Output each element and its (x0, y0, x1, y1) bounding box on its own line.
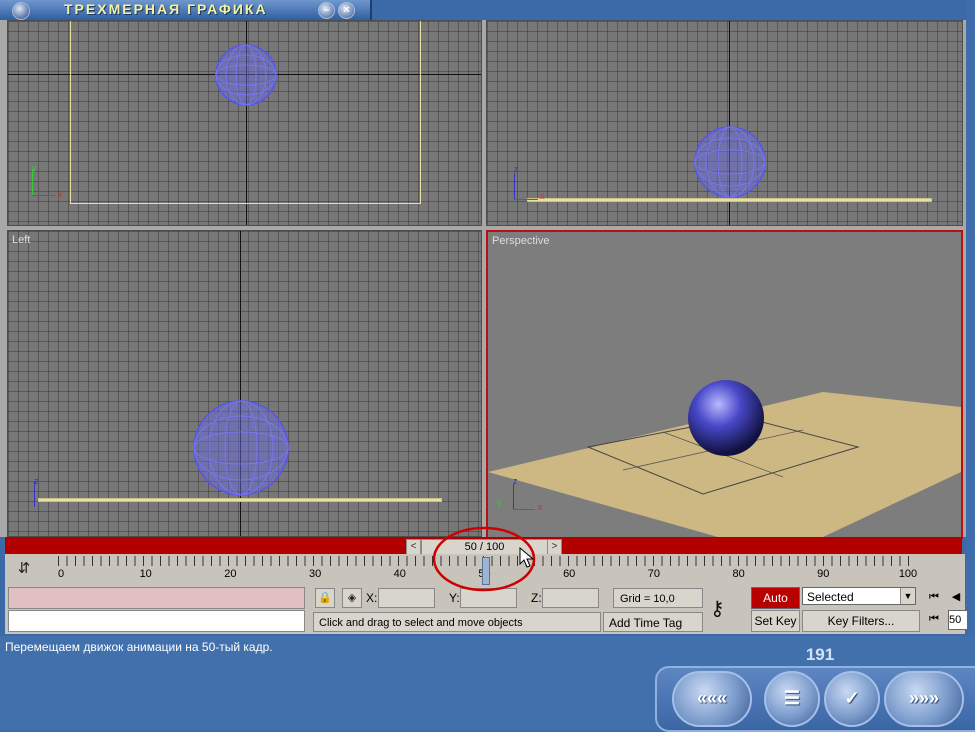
key-set-dropdown[interactable]: Selected (802, 587, 916, 605)
tick-label: 60 (563, 568, 576, 580)
go-to-start-icon[interactable]: ⏮ (925, 588, 943, 606)
axis-gizmo-z (513, 484, 514, 510)
axis-gizmo-x (32, 195, 56, 196)
forward-icon[interactable]: »»» (884, 671, 964, 727)
previous-frame-icon[interactable]: ◀ (947, 588, 965, 606)
tick-label: 20 (224, 568, 237, 580)
axis-gizmo-z (514, 173, 515, 199)
time-slider-prev-button[interactable]: < (406, 539, 421, 555)
absolute-mode-icon[interactable]: ◈ (342, 588, 362, 608)
z-coordinate-field[interactable] (542, 588, 599, 608)
tick-label: 10 (139, 568, 152, 580)
maxscript-listener-input[interactable] (8, 587, 305, 609)
rewind-icon[interactable]: ««« (672, 671, 752, 727)
tick-label: 0 (57, 568, 65, 580)
tick-label: 30 (308, 568, 322, 580)
axis-label-z: z (514, 164, 519, 174)
set-key-button[interactable]: Set Key (751, 610, 800, 632)
plane-edge (38, 498, 442, 502)
close-icon[interactable]: × (338, 2, 355, 19)
time-slider-next-button[interactable]: > (547, 539, 562, 555)
axis-label-x: x (538, 502, 543, 512)
tick-label: 70 (647, 568, 661, 580)
add-time-tag-button[interactable]: Add Time Tag (603, 612, 703, 632)
axis-label-z: z (513, 476, 518, 486)
axis-label-x: x (58, 189, 63, 199)
axis-gizmo-x (514, 199, 538, 200)
sphere-wireframe (215, 44, 277, 106)
contents-icon[interactable]: ☰ (764, 671, 820, 727)
tick-label: 100 (898, 568, 918, 580)
viewport-label: Left (12, 234, 31, 246)
grid-size: Grid = 10,0 (613, 588, 703, 608)
axis-label-y: y (32, 163, 37, 173)
sphere-wireframe (694, 126, 766, 198)
viewport-top[interactable]: y x (7, 20, 482, 226)
tutorial-caption: Перемещаем движок анимации на 50-тый кад… (5, 640, 273, 654)
key-icon[interactable]: ⚷ (710, 596, 725, 621)
viewport-left[interactable]: Left z (7, 230, 482, 537)
page-number: 191 (805, 645, 835, 664)
mouse-cursor-icon (519, 547, 535, 568)
axis-gizmo-x (513, 509, 535, 510)
auto-key-button[interactable]: Auto Key (751, 587, 800, 625)
axis-label-y: y (497, 497, 502, 507)
key-mode-icon[interactable]: ⏮ (925, 610, 943, 628)
chevron-down-icon[interactable]: ▼ (900, 588, 915, 604)
window-border (966, 0, 975, 636)
sphere-shaded (688, 380, 764, 456)
current-frame-field[interactable]: 50 (948, 610, 968, 630)
tick-label: 90 (817, 568, 830, 580)
viewport-perspective[interactable]: Perspective z y x (486, 230, 963, 539)
tick-label: 40 (393, 568, 406, 580)
curve-editor-icon[interactable]: ⇵ (13, 559, 35, 579)
x-coordinate-field[interactable] (378, 588, 435, 608)
viewport-front[interactable]: z x (486, 20, 963, 226)
minimize-icon[interactable]: – (318, 2, 335, 19)
axis-label-z: z (34, 476, 39, 486)
maxscript-listener-output[interactable] (8, 610, 305, 632)
axis-label-x: x (540, 191, 545, 201)
app-menu-icon[interactable] (12, 2, 30, 20)
window-title: ТРЕХМЕРНАЯ ГРАФИКА (64, 1, 268, 17)
x-label: X: (366, 591, 378, 605)
sphere-wireframe (193, 400, 289, 496)
lock-icon[interactable]: 🔒 (315, 588, 335, 608)
prompt-line: Click and drag to select and move object… (313, 612, 601, 632)
key-filters-button[interactable]: Key Filters... (802, 610, 920, 632)
tick-label: 80 (732, 568, 745, 580)
check-icon[interactable]: ✓ (824, 671, 880, 727)
